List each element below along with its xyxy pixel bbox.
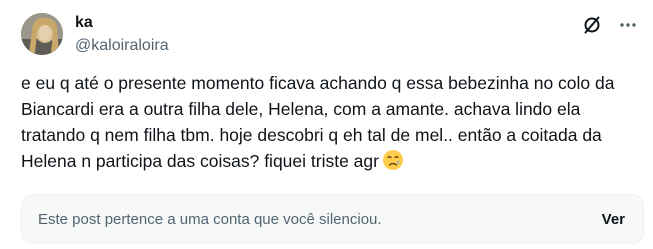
display-name[interactable]: ka	[75, 13, 169, 33]
avatar[interactable]	[21, 13, 63, 55]
muted-account-notice: Este post pertence a uma conta que você …	[21, 194, 644, 244]
header-actions	[581, 14, 639, 36]
user-handle[interactable]: @kaloiraloira	[75, 35, 169, 57]
post-card: ka @kaloiraloira e eu q até o presente m…	[0, 0, 653, 249]
more-horizontal-icon[interactable]	[617, 14, 639, 36]
crying-face-emoji-icon	[382, 149, 404, 178]
muted-notice-text: Este post pertence a uma conta que você …	[38, 210, 382, 228]
view-button[interactable]: Ver	[602, 211, 625, 228]
grok-slash-icon[interactable]	[581, 14, 603, 36]
post-text-block: e eu q até o presente momento ficava ach…	[21, 70, 631, 178]
avatar-image	[21, 13, 63, 55]
author-block: ka @kaloiraloira	[75, 13, 169, 57]
post-text: e eu q até o presente momento ficava ach…	[21, 73, 615, 171]
